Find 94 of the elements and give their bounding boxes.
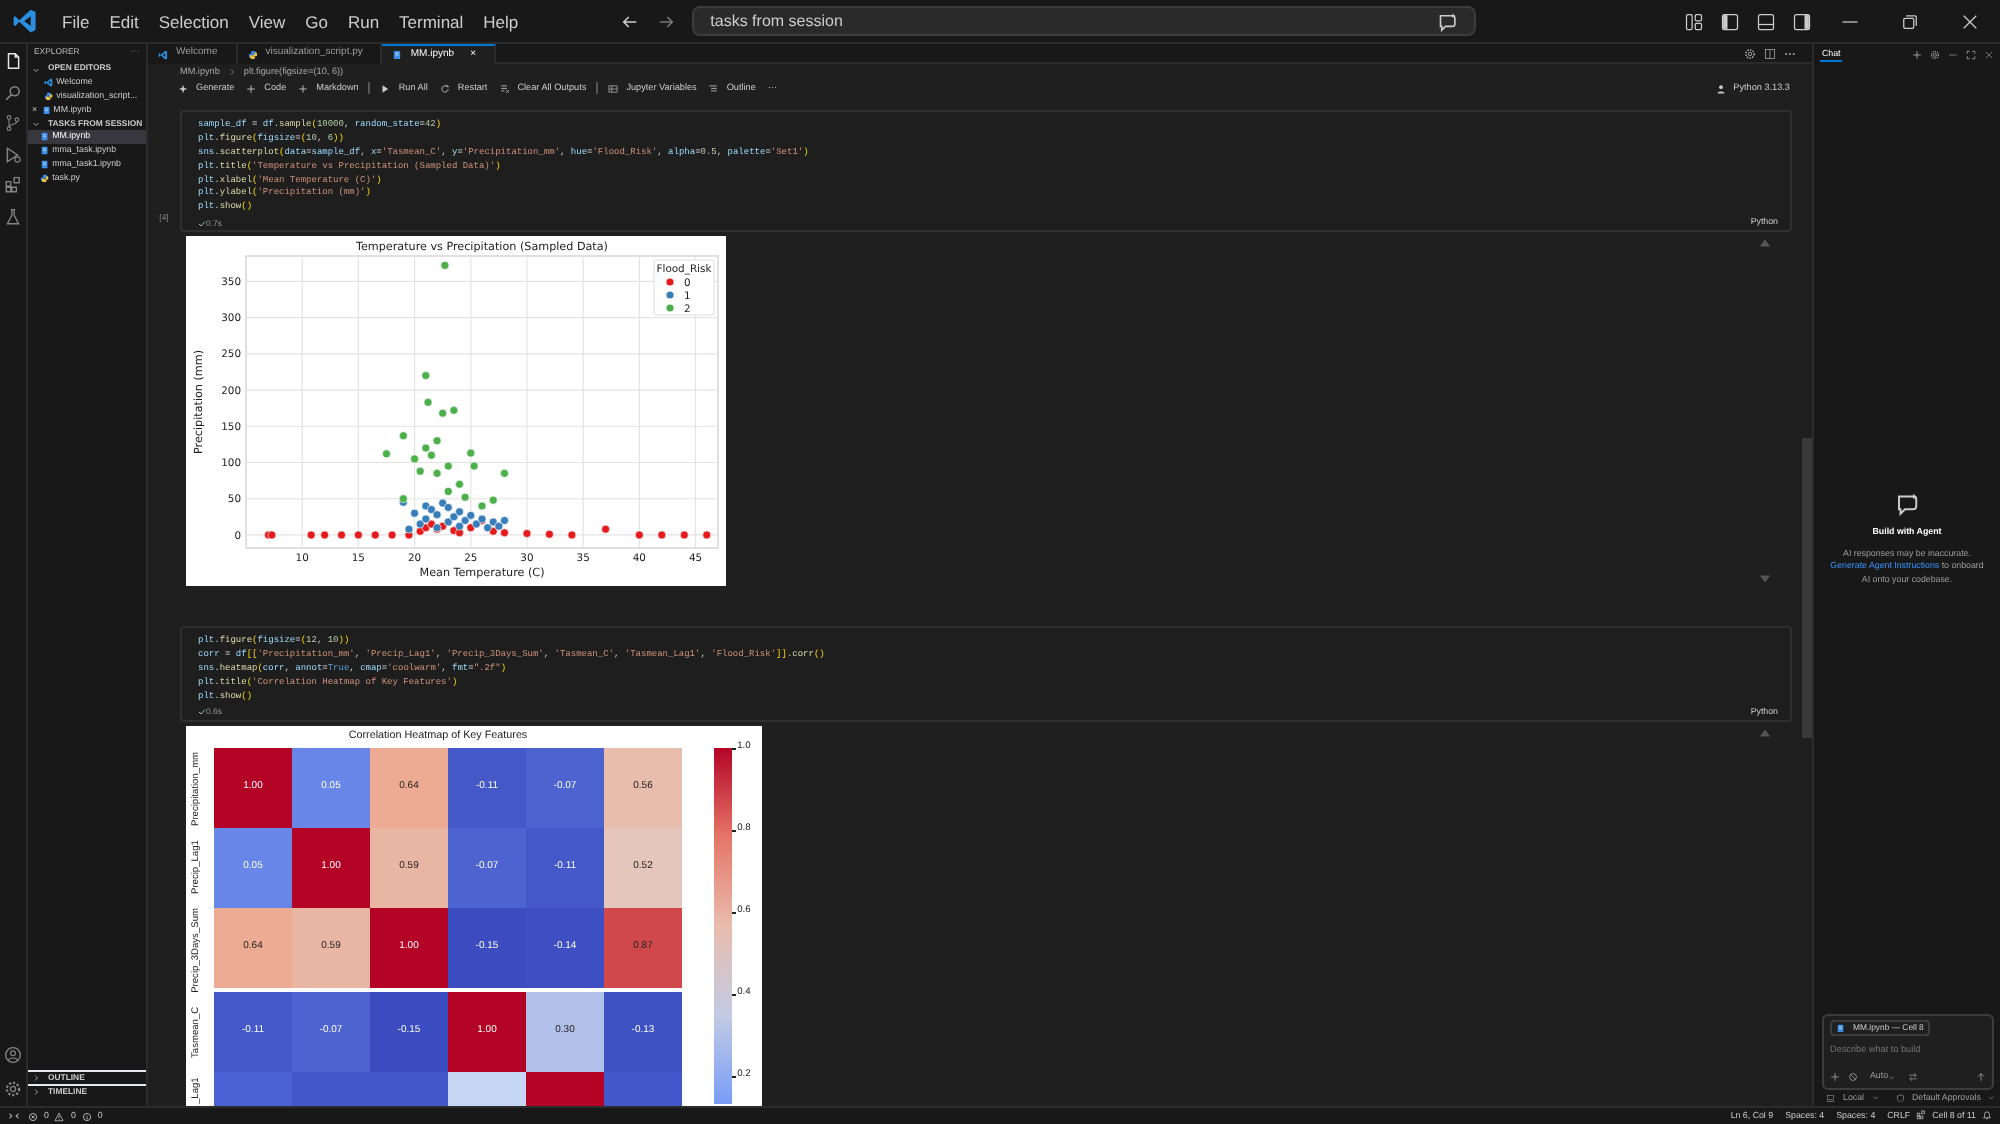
- notebook-file-icon: [40, 146, 50, 156]
- data-point: [354, 531, 363, 540]
- source-control-icon[interactable]: [4, 114, 22, 132]
- notebook-file-icon: [40, 132, 50, 143]
- data-point: [500, 469, 509, 479]
- data-point: [635, 531, 644, 540]
- remote-icon[interactable]: [8, 1110, 20, 1122]
- menu-item[interactable]: Help: [473, 0, 529, 43]
- plus-icon: [298, 83, 309, 94]
- data-point: [466, 449, 476, 458]
- chat-icon[interactable]: [1438, 11, 1459, 31]
- data-point: [460, 493, 470, 502]
- checkmark-icon: [198, 219, 206, 228]
- new-chat-icon[interactable]: [1912, 50, 1922, 60]
- notebook-file-icon: [40, 160, 50, 170]
- data-point: [545, 530, 554, 539]
- vscode-logo-icon: [12, 8, 38, 34]
- menu-item[interactable]: Edit: [99, 0, 149, 43]
- menu-item[interactable]: Terminal: [389, 0, 474, 43]
- restart-icon: [439, 83, 450, 94]
- menu-item[interactable]: Go: [295, 0, 338, 43]
- python-file-icon: [44, 91, 54, 101]
- person-icon: [1715, 83, 1726, 94]
- toggle-panel-icon[interactable]: [1756, 11, 1776, 31]
- data-point: [337, 531, 346, 540]
- data-point: [702, 531, 712, 540]
- account-icon[interactable]: [4, 1046, 22, 1064]
- plus-icon: [246, 83, 257, 94]
- run-debug-icon[interactable]: [4, 145, 22, 163]
- send-icon[interactable]: [1976, 1072, 1986, 1083]
- swap-icon[interactable]: [1907, 1072, 1918, 1083]
- vscode-logo-icon: [44, 78, 54, 88]
- command-center-search[interactable]: tasks from session: [692, 6, 1477, 36]
- notebook-file-icon: [392, 50, 403, 60]
- plus-icon[interactable]: [1830, 1072, 1840, 1083]
- python-file-icon: [40, 173, 50, 183]
- warning-icon[interactable]: [54, 1111, 65, 1121]
- notebook-file-icon: [1836, 1023, 1845, 1033]
- laptop-icon: [1826, 1093, 1835, 1103]
- vscode-logo-icon: [158, 49, 168, 59]
- data-point: [680, 531, 689, 540]
- flask-icon[interactable]: [4, 207, 22, 225]
- data-point: [370, 531, 380, 540]
- data-point: [306, 531, 316, 540]
- search-icon[interactable]: [4, 83, 22, 101]
- menu-item[interactable]: Run: [337, 0, 390, 43]
- data-point: [657, 531, 667, 540]
- extensions-icon[interactable]: [4, 176, 22, 194]
- play-icon: [380, 83, 391, 94]
- menu-item[interactable]: File: [52, 0, 100, 43]
- toggle-secondary-sidebar-icon[interactable]: [1792, 11, 1812, 31]
- data-point: [415, 467, 425, 476]
- menu-item[interactable]: Selection: [148, 0, 239, 43]
- maximize-icon[interactable]: [1966, 50, 1976, 60]
- shield-icon: [1895, 1093, 1904, 1103]
- settings-icon[interactable]: [1744, 47, 1756, 59]
- data-point: [567, 531, 577, 540]
- data-point: [421, 371, 431, 381]
- outline-icon: [708, 83, 719, 94]
- data-point: [440, 261, 450, 271]
- code-cell[interactable]: [180, 109, 1792, 233]
- split-editor-icon[interactable]: [1764, 47, 1776, 59]
- back-arrow-icon[interactable]: [620, 11, 641, 31]
- sparkle-icon: [178, 83, 188, 94]
- data-point: [423, 398, 433, 408]
- data-point: [387, 531, 397, 540]
- menu-item[interactable]: View: [238, 0, 296, 43]
- scrollbar-thumb[interactable]: [1802, 437, 1812, 738]
- customize-layout-icon[interactable]: [1684, 11, 1704, 31]
- data-point: [469, 462, 479, 471]
- data-point: [320, 531, 329, 540]
- forward-arrow-icon[interactable]: [656, 11, 677, 31]
- data-point: [601, 525, 610, 534]
- info-icon[interactable]: [81, 1111, 92, 1121]
- notebook-file-icon: [41, 105, 51, 115]
- code-cell[interactable]: [180, 626, 1792, 722]
- variables-icon: [608, 83, 619, 94]
- files-icon[interactable]: [4, 52, 22, 70]
- settings-icon[interactable]: [1930, 50, 1940, 60]
- error-icon[interactable]: [28, 1111, 38, 1121]
- restore-icon[interactable]: [1900, 11, 1920, 31]
- chevron-down-icon: [32, 65, 40, 73]
- checkmark-icon: [198, 708, 206, 717]
- notifications-icon[interactable]: [1982, 1110, 1992, 1121]
- settings-icon[interactable]: [4, 1080, 22, 1098]
- data-point: [399, 431, 408, 441]
- chevron-right-icon: [227, 67, 236, 76]
- clear-icon: [499, 83, 510, 94]
- data-point: [382, 449, 391, 459]
- close-icon[interactable]: [1960, 11, 1980, 31]
- python-file-icon: [247, 49, 258, 59]
- chat-icon: [1895, 492, 1919, 516]
- toggle-primary-sidebar-icon[interactable]: [1720, 11, 1740, 31]
- data-point: [522, 529, 532, 539]
